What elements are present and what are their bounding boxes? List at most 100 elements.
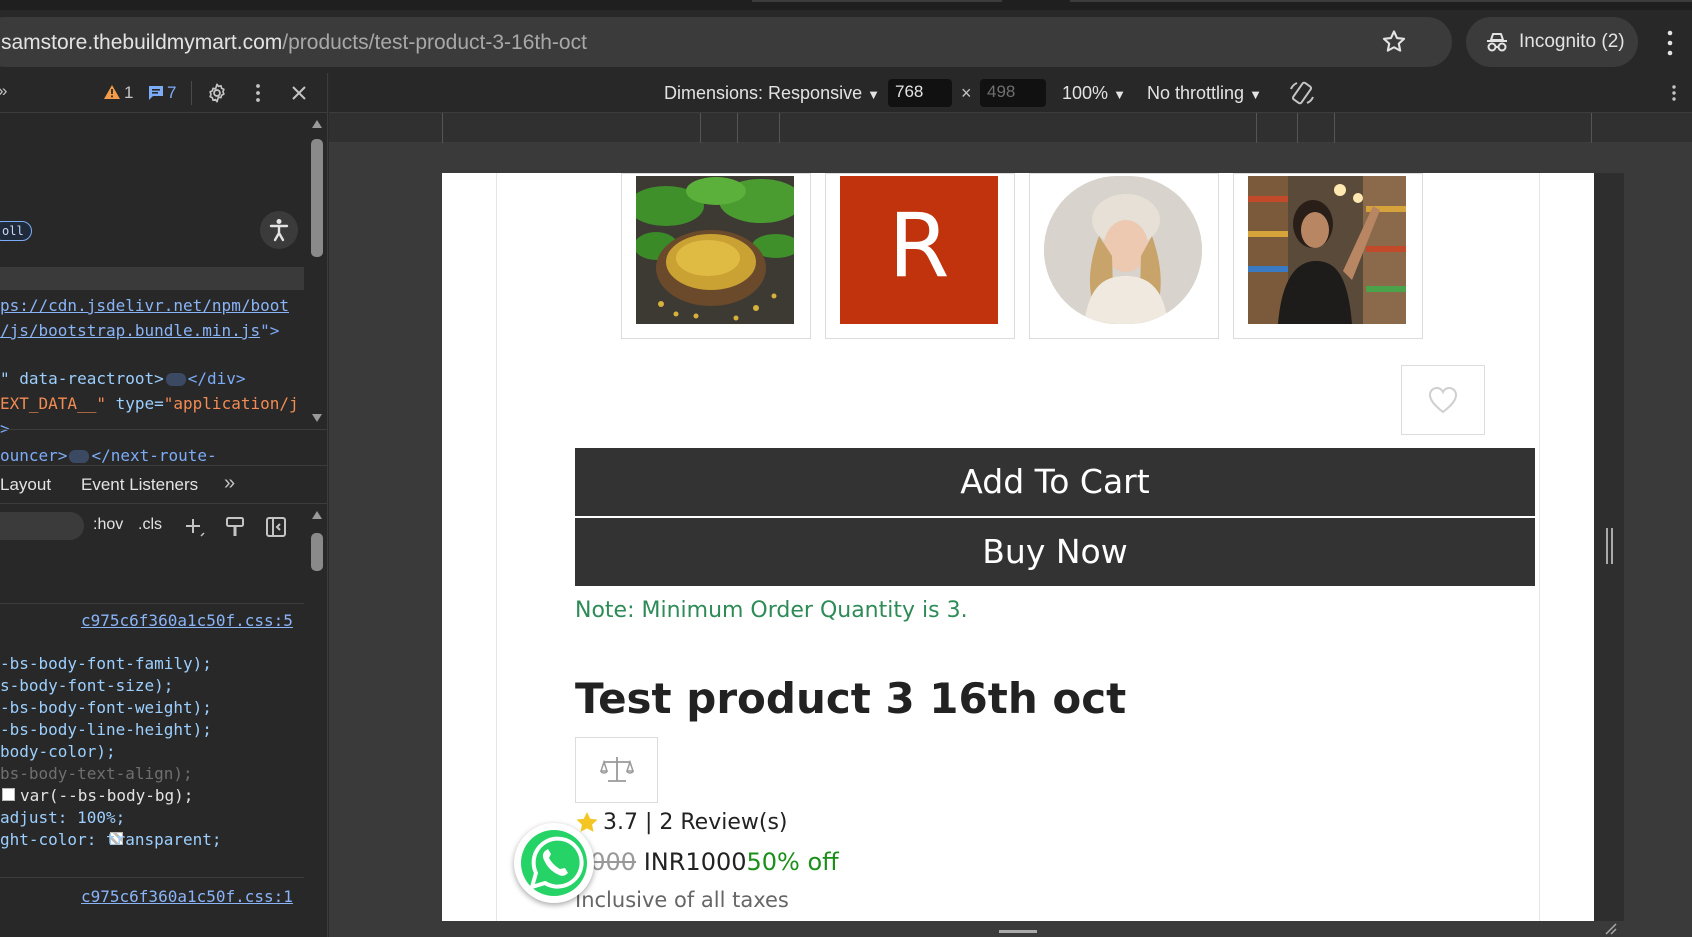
elements-line[interactable]: EXT_DATA__" type="application/j [0, 394, 299, 413]
url-path: /products/test-product-3-16th-oct [282, 31, 587, 54]
css-line-overridden[interactable]: bs-body-text-align); [0, 764, 193, 783]
add-rule-icon[interactable] [184, 517, 206, 539]
color-swatch[interactable] [2, 788, 15, 801]
styles-scrollbar[interactable] [308, 508, 326, 937]
scroll-badge[interactable]: oll [0, 221, 32, 241]
bottom-resize-handle[interactable] [999, 930, 1037, 933]
tab-layout[interactable]: Layout [0, 475, 51, 495]
product-thumbnail[interactable]: R [825, 173, 1015, 339]
url-text[interactable]: samstore.thebuildmymart.com/products/tes… [1, 31, 587, 55]
tag-close: </div> [187, 369, 246, 388]
elements-line[interactable]: ouncer> </next-route- [0, 446, 217, 465]
settings-gear-icon[interactable] [206, 82, 228, 104]
heart-icon [1428, 386, 1458, 414]
media-query-ruler[interactable] [329, 113, 1692, 143]
script-src-link[interactable]: ps://cdn.jsdelivr.net/npm/boot [0, 296, 289, 315]
width-input[interactable]: 768 [888, 79, 952, 107]
css-line[interactable]: var(--bs-body-bg); [20, 786, 193, 805]
close-devtools-icon[interactable] [291, 85, 307, 101]
zoom-value: 100% [1062, 83, 1109, 103]
incognito-icon [1487, 33, 1507, 52]
incognito-label: Incognito (2) [1519, 31, 1625, 52]
accessibility-icon [269, 219, 289, 242]
discount-label: 50% off [746, 848, 839, 876]
css-source-link[interactable]: c975c6f360a1c50f.css:1 [81, 887, 293, 906]
message-count: 7 [167, 83, 177, 102]
css-line[interactable]: adjust: 100%; [0, 808, 125, 827]
tab-strip [0, 0, 1692, 10]
scroll-up-arrow-icon[interactable] [311, 119, 323, 129]
height-input[interactable]: 498 [980, 79, 1046, 107]
product-thumbnail[interactable] [621, 173, 811, 339]
messages-icon[interactable] [147, 85, 165, 101]
throttling-value: No throttling [1147, 83, 1245, 103]
css-line[interactable]: body-color); [0, 742, 116, 761]
hov-toggle[interactable]: :hov [93, 516, 123, 534]
browser-menu-icon[interactable] [1660, 26, 1680, 60]
rotate-icon[interactable] [1288, 79, 1316, 107]
elements-line[interactable]: /js/bootstrap.bundle.min.js"> [0, 321, 279, 340]
scroll-thumb[interactable] [311, 139, 323, 257]
devtools-panel: » 1 7 oll ps://cdn.jsdelivr.net/npm/boot… [0, 73, 328, 937]
toggle-sidebar-icon[interactable] [265, 516, 287, 538]
css-line[interactable]: -bs-body-font-family); [0, 654, 212, 673]
warning-icon[interactable] [103, 84, 121, 100]
devtools-toolbar: » 1 7 [0, 73, 327, 113]
tab-highlight [1070, 0, 1692, 2]
resize-handle[interactable] [1606, 528, 1608, 564]
zoom-dropdown[interactable]: 100% ▼ [1062, 83, 1126, 104]
css-line[interactable]: s-body-font-size); [0, 676, 173, 695]
collapsed-ellipsis[interactable] [69, 450, 90, 463]
buy-now-button[interactable]: Buy Now [575, 518, 1535, 586]
more-tabs-chevron-icon[interactable]: » [0, 81, 7, 101]
chevron-down-icon: ▼ [1113, 87, 1126, 102]
elements-line[interactable]: ps://cdn.jsdelivr.net/npm/boot [0, 296, 289, 315]
add-to-cart-button[interactable]: Add To Cart [575, 448, 1535, 516]
attr-value: "application/j [163, 394, 299, 413]
viewport-resize-gutter[interactable] [1594, 173, 1624, 921]
cls-toggle[interactable]: .cls [138, 516, 162, 534]
elements-scrollbar[interactable] [308, 117, 326, 427]
wishlist-button[interactable] [1401, 365, 1485, 435]
css-source-link[interactable]: c975c6f360a1c50f.css:5 [81, 611, 293, 630]
corner-resize-icon[interactable] [1604, 922, 1618, 936]
attr-value: EXT_DATA__" [0, 394, 106, 413]
script-src-link[interactable]: /js/bootstrap.bundle.min.js [0, 321, 260, 340]
device-menu-icon[interactable] [1670, 84, 1678, 102]
scroll-down-arrow-icon[interactable] [311, 413, 323, 423]
css-line[interactable]: ght-color: transparent; [0, 830, 222, 849]
browser-toolbar: samstore.thebuildmymart.com/products/tes… [0, 10, 1692, 73]
resize-handle[interactable] [1611, 528, 1613, 564]
css-line[interactable]: -bs-body-line-height); [0, 720, 212, 739]
rating-reviews[interactable]: 3.7 | 2 Review(s) [603, 810, 788, 835]
compare-button[interactable] [575, 737, 658, 803]
scroll-thumb[interactable] [311, 533, 323, 571]
elements-line[interactable]: " data-reactroot> </div> [0, 369, 246, 388]
scroll-up-arrow-icon[interactable] [311, 510, 323, 520]
tab-event-listeners[interactable]: Event Listeners [81, 475, 198, 495]
whatsapp-chat-button[interactable] [514, 823, 594, 903]
chevron-down-icon: ▼ [867, 87, 880, 102]
bookmark-star-icon[interactable] [1380, 28, 1408, 56]
shopper-image [1248, 176, 1406, 324]
incognito-button[interactable]: Incognito (2) [1466, 17, 1638, 67]
product-thumbnail[interactable] [1029, 173, 1219, 339]
product-thumbnail[interactable] [1233, 173, 1423, 339]
tab-highlight [752, 0, 1002, 2]
devtools-menu-icon[interactable] [253, 83, 263, 103]
accessibility-button[interactable] [260, 211, 298, 249]
more-tabs-chevron-icon[interactable]: » [224, 472, 235, 495]
price-row: 2000 INR100050% off [575, 848, 839, 876]
styles-filter-input[interactable] [0, 512, 84, 540]
divider [191, 81, 192, 105]
whatsapp-icon [521, 830, 587, 896]
css-line[interactable]: -bs-body-font-weight); [0, 698, 212, 717]
product-card: R Add To Cart Buy Now Note: Minimum Orde… [496, 173, 1540, 921]
throttling-dropdown[interactable]: No throttling ▼ [1147, 83, 1262, 104]
dimensions-dropdown[interactable]: Dimensions: Responsive ▼ [664, 83, 880, 104]
collapsed-ellipsis[interactable] [165, 373, 186, 386]
fenugreek-image [636, 176, 794, 324]
tag-close: </next-route- [91, 446, 217, 465]
address-bar[interactable]: samstore.thebuildmymart.com/products/tes… [0, 17, 1452, 67]
paint-brush-icon[interactable] [225, 516, 245, 538]
